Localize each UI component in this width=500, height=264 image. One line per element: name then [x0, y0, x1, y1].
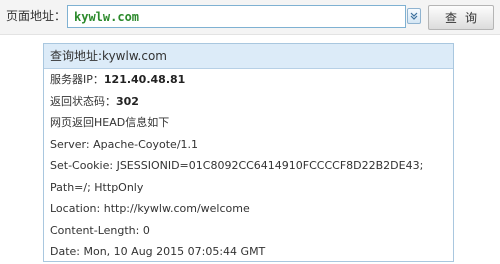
header-line-set-cookie: Set-Cookie: JSESSIONID=01C8092CC6414910F…	[50, 159, 424, 172]
server-ip-value: 121.40.48.81	[103, 73, 186, 86]
result-body: 服务器IP：121.40.48.81 返回状态码：302 网页返回HEAD信息如…	[44, 69, 453, 263]
url-label: 页面地址：	[6, 9, 67, 23]
header-line-cookie-path: Path=/; HttpOnly	[50, 180, 144, 194]
search-button[interactable]: 查询	[428, 5, 494, 30]
headers-intro: 网页返回HEAD信息如下	[50, 116, 170, 129]
url-input[interactable]	[67, 5, 406, 28]
status-code-label: 返回状态码：	[50, 94, 116, 108]
panel-title: 查询地址:kywlw.com	[44, 44, 453, 69]
header-line-date: Date: Mon, 10 Aug 2015 07:05:44 GMT	[50, 245, 266, 258]
header-line-location: Location: http://kywlw.com/welcome	[50, 202, 250, 215]
query-toolbar: 页面地址： 查询	[0, 0, 500, 35]
header-line-content-length: Content-Length: 0	[50, 223, 150, 237]
server-ip-line: 服务器IP：121.40.48.81	[50, 69, 447, 91]
url-dropdown-button[interactable]	[407, 8, 421, 24]
server-ip-label: 服务器IP：	[50, 73, 104, 86]
status-code-line: 返回状态码：302	[50, 91, 447, 113]
result-panel: 查询地址:kywlw.com 服务器IP：121.40.48.81 返回状态码：…	[43, 43, 454, 262]
status-code-value: 302	[116, 94, 139, 108]
header-line-server: Server: Apache-Coyote/1.1	[50, 137, 199, 151]
chevron-down-icon	[410, 12, 418, 20]
